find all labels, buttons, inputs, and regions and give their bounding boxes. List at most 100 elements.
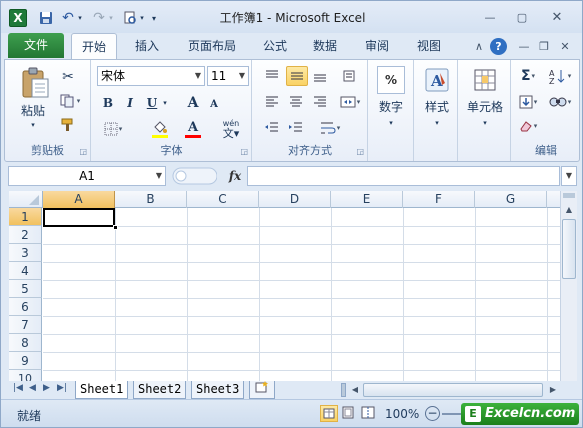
normal-view-icon[interactable] — [320, 405, 338, 422]
tab-file[interactable]: 文件 — [8, 33, 64, 58]
tab-review[interactable]: 审阅 — [357, 33, 397, 59]
clipboard-launcher-icon[interactable]: ◲ — [79, 147, 87, 156]
merge-center-icon[interactable]: ▾ — [337, 92, 363, 112]
tab-split-handle[interactable] — [341, 383, 346, 397]
col-header-e[interactable]: E — [331, 191, 403, 208]
align-top-icon[interactable] — [262, 66, 282, 86]
row-header-2[interactable]: 2 — [9, 226, 42, 244]
row-header-5[interactable]: 5 — [9, 280, 42, 298]
scroll-left-icon[interactable]: ◀ — [349, 383, 361, 397]
workbook-restore-icon[interactable]: ❐ — [536, 38, 552, 54]
number-button[interactable]: 数字 — [371, 98, 411, 114]
sort-filter-icon[interactable]: A Z ▾ — [545, 66, 575, 86]
decrease-indent-icon[interactable] — [262, 118, 282, 138]
increase-indent-icon[interactable] — [286, 118, 306, 138]
row-header-1[interactable]: 1 — [9, 208, 42, 226]
insert-function-icon[interactable]: fx — [225, 166, 245, 186]
insert-sheet-icon[interactable] — [249, 381, 275, 399]
first-sheet-icon[interactable]: |◀ — [13, 383, 23, 393]
bold-button[interactable]: B — [99, 94, 117, 112]
col-header-g[interactable]: G — [475, 191, 547, 208]
styles-dropdown-icon[interactable]: ▾ — [431, 118, 443, 128]
paste-icon[interactable] — [19, 66, 51, 100]
font-size-dropdown-icon[interactable]: ▼ — [239, 67, 245, 85]
borders-icon[interactable]: ▾ — [99, 120, 127, 138]
sheet-tab-sheet2[interactable]: Sheet2 — [133, 381, 187, 399]
underline-dropdown-icon[interactable]: ▾ — [161, 97, 169, 109]
cut-icon[interactable]: ✂ — [57, 68, 79, 86]
align-left-icon[interactable] — [262, 92, 282, 112]
help-icon[interactable]: ? — [490, 38, 507, 55]
format-painter-icon[interactable] — [57, 116, 79, 134]
scroll-right-icon[interactable]: ▶ — [547, 383, 559, 397]
align-center-icon[interactable] — [286, 92, 306, 112]
font-name-dropdown-icon[interactable]: ▼ — [195, 67, 201, 85]
workbook-minimize-icon[interactable]: — — [516, 38, 532, 54]
active-cell-a1[interactable] — [43, 208, 115, 227]
vertical-scroll-thumb[interactable] — [562, 219, 576, 279]
fill-icon[interactable]: ▾ — [515, 92, 541, 112]
autosum-icon[interactable]: Σ ▾ — [515, 66, 541, 86]
wrap-text-icon[interactable]: ▾ — [315, 118, 345, 138]
find-select-icon[interactable]: ▾ — [545, 92, 575, 112]
phonetic-icon[interactable]: wén 文▾ — [216, 118, 246, 140]
formula-bar-resize-handle[interactable] — [171, 167, 218, 185]
cells-button[interactable]: 单元格 — [459, 98, 511, 114]
copy-icon[interactable]: ▾ — [57, 92, 83, 110]
minimize-ribbon-icon[interactable]: ∧ — [471, 38, 487, 54]
align-bottom-icon[interactable] — [310, 66, 330, 86]
row-header-7[interactable]: 7 — [9, 316, 42, 334]
col-header-c[interactable]: C — [187, 191, 259, 208]
col-header-d[interactable]: D — [259, 191, 331, 208]
tab-insert[interactable]: 插入 — [125, 33, 169, 59]
row-header-3[interactable]: 3 — [9, 244, 42, 262]
cells-dropdown-icon[interactable]: ▾ — [479, 118, 491, 128]
sheet-tab-sheet1[interactable]: Sheet1 — [75, 381, 129, 399]
tab-view[interactable]: 视图 — [409, 33, 449, 59]
shrink-font-button[interactable]: A — [207, 96, 221, 112]
paste-dropdown-icon[interactable]: ▾ — [27, 120, 39, 130]
tab-home[interactable]: 开始 — [71, 33, 117, 59]
zoom-out-icon[interactable]: − — [425, 406, 440, 421]
close-icon[interactable]: ✕ — [546, 9, 568, 25]
row-header-10[interactable]: 10 — [9, 370, 42, 381]
align-right-icon[interactable] — [310, 92, 330, 112]
alignment-launcher-icon[interactable]: ◲ — [356, 147, 364, 156]
row-header-6[interactable]: 6 — [9, 298, 42, 316]
styles-button[interactable]: 样式 — [417, 98, 457, 114]
clear-icon[interactable]: ▾ — [515, 116, 541, 136]
last-sheet-icon[interactable]: ▶| — [57, 383, 67, 393]
tab-data[interactable]: 数据 — [305, 33, 345, 59]
col-header-b[interactable]: B — [115, 191, 187, 208]
zoom-slider-track[interactable] — [442, 413, 462, 415]
font-name-combo[interactable]: 宋体 ▼ — [97, 66, 205, 86]
font-color-icon[interactable]: A — [179, 118, 207, 140]
vertical-scrollbar[interactable]: ▲ — [560, 191, 577, 381]
name-box-dropdown-icon[interactable]: ▼ — [156, 167, 162, 185]
cells-icon[interactable] — [471, 66, 499, 94]
split-box-horizontal[interactable] — [563, 193, 575, 198]
fill-handle[interactable] — [113, 225, 118, 230]
next-sheet-icon[interactable]: ▶ — [43, 383, 50, 393]
col-header-f[interactable]: F — [403, 191, 475, 208]
page-layout-view-icon[interactable] — [340, 405, 358, 422]
styles-icon[interactable]: A — [423, 66, 451, 94]
row-header-9[interactable]: 9 — [9, 352, 42, 370]
grow-font-button[interactable]: A — [185, 94, 201, 112]
col-header-a[interactable]: A — [43, 191, 115, 208]
select-all-corner[interactable] — [9, 191, 43, 208]
number-dropdown-icon[interactable]: ▾ — [385, 118, 397, 128]
name-box[interactable]: A1 ▼ — [8, 166, 166, 186]
row-header-4[interactable]: 4 — [9, 262, 42, 280]
minimize-icon[interactable]: — — [479, 9, 501, 25]
formula-input[interactable] — [247, 166, 560, 186]
scroll-up-icon[interactable]: ▲ — [562, 203, 576, 217]
italic-button[interactable]: I — [121, 94, 139, 112]
sheet-tab-sheet3[interactable]: Sheet3 — [191, 381, 245, 399]
font-size-combo[interactable]: 11 ▼ — [207, 66, 249, 86]
tab-page-layout[interactable]: 页面布局 — [179, 33, 245, 59]
orientation-icon[interactable] — [337, 66, 363, 86]
font-launcher-icon[interactable]: ◲ — [240, 147, 248, 156]
col-header-h[interactable] — [547, 191, 560, 208]
tab-formulas[interactable]: 公式 — [255, 33, 295, 59]
